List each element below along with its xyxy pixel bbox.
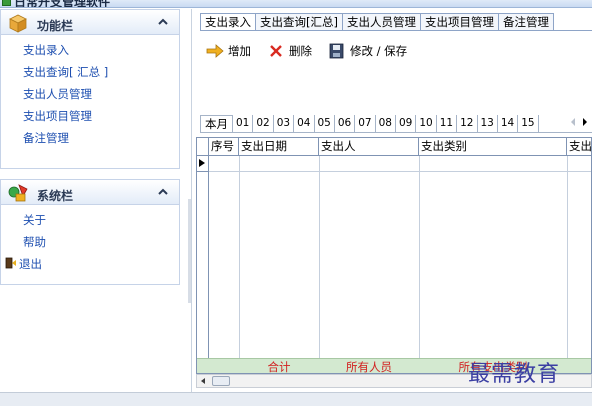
month-tab[interactable]: 03 bbox=[274, 115, 295, 132]
title-bar: 日常开支管理软件 bbox=[0, 0, 592, 8]
left-navigation-pane: 功能栏 支出录入 支出查询[ 汇总 ] 支出人员管理 支出项目管理 备注管理 系… bbox=[0, 9, 192, 392]
system-group: 系统栏 关于 帮助 退出 bbox=[0, 179, 180, 285]
summary-total: 合计 bbox=[267, 360, 291, 374]
window-title: 日常开支管理软件 bbox=[14, 0, 111, 8]
tab-notes-management[interactable]: 备注管理 bbox=[498, 13, 554, 31]
nav-item-notes-management[interactable]: 备注管理 bbox=[1, 127, 179, 149]
chevron-up-icon[interactable] bbox=[157, 16, 169, 28]
month-tab[interactable]: 14 bbox=[498, 115, 519, 132]
column-divider bbox=[567, 156, 568, 358]
tab-expense-query[interactable]: 支出查询[汇总] bbox=[256, 13, 343, 31]
nav-item-about[interactable]: 关于 bbox=[1, 209, 179, 231]
month-tab[interactable]: 10 bbox=[416, 115, 437, 132]
column-header-index[interactable]: 序号 bbox=[209, 138, 239, 156]
scroll-right-icon[interactable] bbox=[581, 117, 589, 127]
arrow-right-icon bbox=[206, 44, 224, 58]
month-tab[interactable]: 07 bbox=[355, 115, 376, 132]
system-group-items: 关于 帮助 退出 bbox=[1, 205, 179, 279]
grid-header: 序号 支出日期 支出人 支出类别 支出 bbox=[197, 138, 591, 156]
column-divider bbox=[239, 156, 240, 358]
function-group: 功能栏 支出录入 支出查询[ 汇总 ] 支出人员管理 支出项目管理 备注管理 bbox=[0, 9, 180, 169]
scroll-left-arrow-icon[interactable] bbox=[199, 377, 207, 385]
exit-door-icon bbox=[5, 257, 16, 269]
column-header-amount[interactable]: 支出 bbox=[567, 138, 591, 156]
column-header-person[interactable]: 支出人 bbox=[319, 138, 419, 156]
tab-item-management[interactable]: 支出项目管理 bbox=[420, 13, 499, 31]
month-tab[interactable]: 01 bbox=[233, 115, 254, 132]
system-group-header[interactable]: 系统栏 bbox=[1, 179, 179, 205]
system-group-title: 系统栏 bbox=[37, 189, 74, 203]
month-tab[interactable]: 05 bbox=[315, 115, 335, 132]
app-icon bbox=[2, 0, 11, 6]
floppy-disk-icon bbox=[329, 43, 344, 59]
function-group-title: 功能栏 bbox=[37, 19, 74, 33]
month-tab[interactable]: 04 bbox=[294, 115, 315, 132]
expense-grid[interactable]: 序号 支出日期 支出人 支出类别 支出 合计 所有人员 所有支出类别 bbox=[196, 137, 592, 374]
function-group-items: 支出录入 支出查询[ 汇总 ] 支出人员管理 支出项目管理 备注管理 bbox=[1, 35, 179, 153]
month-tab[interactable]: 09 bbox=[396, 115, 417, 132]
scrollbar-thumb[interactable] bbox=[212, 376, 230, 386]
tab-people-management[interactable]: 支出人员管理 bbox=[342, 13, 421, 31]
column-divider bbox=[419, 156, 420, 358]
shapes-icon bbox=[8, 184, 28, 202]
nav-item-expense-entry[interactable]: 支出录入 bbox=[1, 39, 179, 61]
toolbar: 增加 删除 修改 / 保存 bbox=[206, 41, 407, 61]
table-row[interactable] bbox=[209, 156, 591, 172]
add-button[interactable]: 增加 bbox=[206, 41, 251, 61]
month-tab[interactable]: 06 bbox=[335, 115, 356, 132]
main-tabs: 支出录入 支出查询[汇总] 支出人员管理 支出项目管理 备注管理 bbox=[200, 13, 554, 31]
delete-button[interactable]: 删除 bbox=[267, 41, 312, 61]
nav-item-people-management[interactable]: 支出人员管理 bbox=[1, 83, 179, 105]
tabs-divider bbox=[200, 30, 592, 31]
chevron-up-icon[interactable] bbox=[157, 186, 169, 198]
save-button-label: 修改 / 保存 bbox=[350, 44, 408, 58]
watermark: 最需教育 bbox=[468, 362, 561, 387]
column-header-date[interactable]: 支出日期 bbox=[239, 138, 319, 156]
current-row-indicator[interactable] bbox=[197, 156, 209, 172]
nav-item-exit[interactable]: 退出 bbox=[1, 253, 179, 275]
save-button[interactable]: 修改 / 保存 bbox=[328, 41, 407, 61]
delete-button-label: 删除 bbox=[289, 44, 312, 58]
month-tab[interactable]: 15 bbox=[518, 115, 539, 132]
month-tabs: 本月 01 02 03 04 05 06 07 08 09 10 11 12 1… bbox=[200, 115, 539, 133]
nav-item-expense-query[interactable]: 支出查询[ 汇总 ] bbox=[1, 61, 179, 83]
month-tab-current[interactable]: 本月 bbox=[200, 115, 233, 132]
summary-amount bbox=[567, 359, 591, 373]
scroll-left-icon[interactable] bbox=[569, 117, 577, 127]
column-header-category[interactable]: 支出类别 bbox=[419, 138, 567, 156]
left-pane-scrollbar[interactable] bbox=[188, 199, 191, 303]
row-header-corner bbox=[197, 138, 209, 156]
summary-blank bbox=[197, 359, 239, 373]
add-button-label: 增加 bbox=[228, 44, 251, 58]
box-icon bbox=[9, 14, 27, 33]
month-tabs-divider bbox=[200, 132, 592, 133]
column-divider bbox=[319, 156, 320, 358]
summary-all-people: 所有人员 bbox=[346, 360, 392, 374]
function-group-header[interactable]: 功能栏 bbox=[1, 9, 179, 35]
month-tab[interactable]: 13 bbox=[478, 115, 498, 132]
nav-item-help[interactable]: 帮助 bbox=[1, 231, 179, 253]
tab-expense-entry[interactable]: 支出录入 bbox=[200, 13, 256, 31]
row-pointer-icon bbox=[199, 159, 205, 167]
month-tab[interactable]: 08 bbox=[376, 115, 396, 132]
delete-x-icon bbox=[270, 45, 282, 57]
month-tab[interactable]: 12 bbox=[457, 115, 478, 132]
main-content: 支出录入 支出查询[汇总] 支出人员管理 支出项目管理 备注管理 增加 删除 修… bbox=[196, 9, 592, 392]
nav-item-exit-label: 退出 bbox=[19, 257, 42, 271]
month-tab[interactable]: 11 bbox=[437, 115, 458, 132]
month-tab[interactable]: 02 bbox=[253, 115, 274, 132]
nav-item-item-management[interactable]: 支出项目管理 bbox=[1, 105, 179, 127]
row-selector-column bbox=[197, 172, 209, 358]
month-scroll-arrows bbox=[569, 117, 589, 127]
status-bar bbox=[0, 392, 592, 406]
